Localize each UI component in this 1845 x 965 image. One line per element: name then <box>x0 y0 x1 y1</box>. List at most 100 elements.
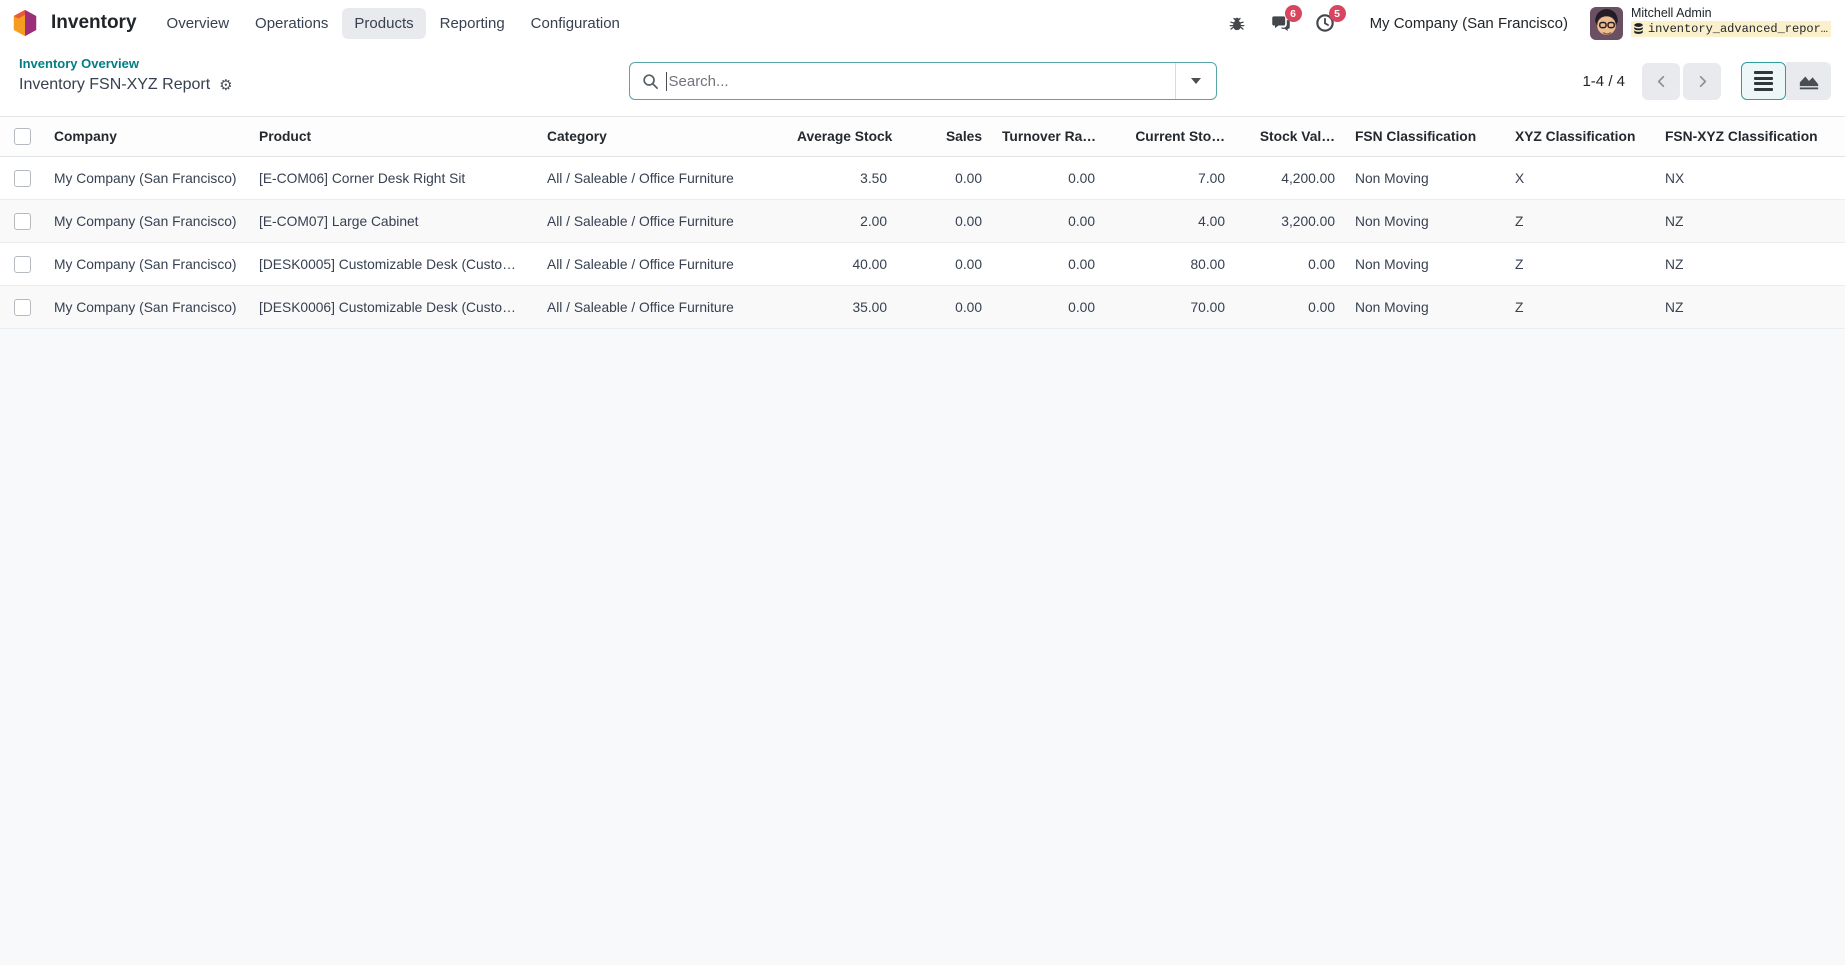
cell-sales: 0.00 <box>897 157 992 200</box>
cell-category: All / Saleable / Office Furniture <box>537 200 787 243</box>
cell-product: [E-COM06] Corner Desk Right Sit <box>249 157 537 200</box>
row-checkbox[interactable] <box>14 256 31 273</box>
cell-current-stock: 70.00 <box>1105 286 1235 329</box>
list-view: Company Product Category Average Stock S… <box>0 116 1845 329</box>
graph-view-button[interactable] <box>1786 62 1831 100</box>
cell-current-stock: 4.00 <box>1105 200 1235 243</box>
pager-previous-button[interactable] <box>1642 63 1680 100</box>
table-row[interactable]: My Company (San Francisco) [DESK0005] Cu… <box>0 243 1845 286</box>
cell-current-stock: 7.00 <box>1105 157 1235 200</box>
col-product[interactable]: Product <box>249 117 537 157</box>
cell-turnover-ratio: 0.00 <box>992 286 1105 329</box>
gear-icon[interactable]: ⚙ <box>219 78 232 93</box>
col-category[interactable]: Category <box>537 117 787 157</box>
cell-stock-value: 4,200.00 <box>1235 157 1345 200</box>
page-title: Inventory FSN-XYZ Report <box>19 76 210 94</box>
cell-sales: 0.00 <box>897 200 992 243</box>
col-company[interactable]: Company <box>44 117 249 157</box>
table-row[interactable]: My Company (San Francisco) [E-COM06] Cor… <box>0 157 1845 200</box>
search-dropdown-toggle[interactable] <box>1175 63 1216 99</box>
menu-products[interactable]: Products <box>342 8 425 39</box>
view-switcher <box>1741 62 1831 100</box>
messages-icon[interactable]: 6 <box>1270 12 1292 34</box>
col-sales[interactable]: Sales <box>897 117 992 157</box>
cell-category: All / Saleable / Office Furniture <box>537 243 787 286</box>
cell-fsn: Non Moving <box>1345 243 1505 286</box>
menu-overview[interactable]: Overview <box>155 8 242 39</box>
col-stock-value[interactable]: Stock Val… <box>1235 117 1345 157</box>
row-checkbox[interactable] <box>14 170 31 187</box>
graph-view-icon <box>1798 72 1820 91</box>
menu-reporting[interactable]: Reporting <box>428 8 517 39</box>
chevron-right-icon <box>1695 74 1710 89</box>
menu-operations[interactable]: Operations <box>243 8 340 39</box>
col-fsn-xyz-classification[interactable]: FSN-XYZ Classification <box>1655 117 1845 157</box>
pager-next-button[interactable] <box>1683 63 1721 100</box>
cell-average-stock: 40.00 <box>787 243 897 286</box>
cell-product: [DESK0006] Customizable Desk (Custo… <box>249 286 537 329</box>
cell-product: [E-COM07] Large Cabinet <box>249 200 537 243</box>
cell-category: All / Saleable / Office Furniture <box>537 157 787 200</box>
cell-average-stock: 2.00 <box>787 200 897 243</box>
debug-bug-icon[interactable] <box>1226 12 1248 34</box>
table-header-row: Company Product Category Average Stock S… <box>0 117 1845 157</box>
row-checkbox[interactable] <box>14 299 31 316</box>
control-panel: Inventory Overview Inventory FSN-XYZ Rep… <box>0 46 1845 116</box>
cell-company: My Company (San Francisco) <box>44 200 249 243</box>
company-switcher[interactable]: My Company (San Francisco) <box>1370 15 1568 32</box>
row-checkbox[interactable] <box>14 213 31 230</box>
cell-company: My Company (San Francisco) <box>44 286 249 329</box>
top-navbar: Inventory Overview Operations Products R… <box>0 0 1845 46</box>
col-fsn-classification[interactable]: FSN Classification <box>1345 117 1505 157</box>
col-turnover-ratio[interactable]: Turnover Ra… <box>992 117 1105 157</box>
col-current-stock[interactable]: Current Sto… <box>1105 117 1235 157</box>
menu-configuration[interactable]: Configuration <box>519 8 632 39</box>
cell-average-stock: 3.50 <box>787 157 897 200</box>
cell-xyz: Z <box>1505 200 1655 243</box>
cell-fsn-xyz: NZ <box>1655 286 1845 329</box>
report-table: Company Product Category Average Stock S… <box>0 116 1845 329</box>
search-input[interactable] <box>667 73 1175 90</box>
col-xyz-classification[interactable]: XYZ Classification <box>1505 117 1655 157</box>
chevron-left-icon <box>1654 74 1669 89</box>
database-icon <box>1633 23 1644 35</box>
cell-turnover-ratio: 0.00 <box>992 200 1105 243</box>
cell-company: My Company (San Francisco) <box>44 243 249 286</box>
cell-fsn: Non Moving <box>1345 200 1505 243</box>
cell-xyz: Z <box>1505 286 1655 329</box>
cell-stock-value: 0.00 <box>1235 243 1345 286</box>
list-view-button[interactable] <box>1741 62 1786 100</box>
cell-fsn-xyz: NZ <box>1655 200 1845 243</box>
cell-fsn: Non Moving <box>1345 157 1505 200</box>
cell-xyz: X <box>1505 157 1655 200</box>
breadcrumb-inventory-overview[interactable]: Inventory Overview <box>19 56 139 71</box>
search-icon <box>642 73 659 90</box>
database-badge: inventory_advanced_repor… <box>1631 21 1831 37</box>
inventory-app-icon[interactable] <box>10 8 40 38</box>
cell-company: My Company (San Francisco) <box>44 157 249 200</box>
activities-icon[interactable]: 5 <box>1314 12 1336 34</box>
pager-value[interactable]: 1-4 / 4 <box>1582 73 1625 90</box>
user-menu[interactable]: Mitchell Admin inventory_advanced_repor… <box>1590 6 1831 41</box>
user-name: Mitchell Admin <box>1631 6 1831 22</box>
table-row[interactable]: My Company (San Francisco) [DESK0006] Cu… <box>0 286 1845 329</box>
messages-badge: 6 <box>1285 5 1302 22</box>
cell-stock-value: 0.00 <box>1235 286 1345 329</box>
list-view-icon <box>1754 71 1773 91</box>
cell-fsn-xyz: NX <box>1655 157 1845 200</box>
app-brand[interactable]: Inventory <box>51 12 137 34</box>
cell-category: All / Saleable / Office Furniture <box>537 286 787 329</box>
cell-average-stock: 35.00 <box>787 286 897 329</box>
search-bar <box>629 62 1217 100</box>
cell-product: [DESK0005] Customizable Desk (Custo… <box>249 243 537 286</box>
cell-turnover-ratio: 0.00 <box>992 243 1105 286</box>
table-row[interactable]: My Company (San Francisco) [E-COM07] Lar… <box>0 200 1845 243</box>
cell-sales: 0.00 <box>897 243 992 286</box>
select-all-checkbox[interactable] <box>14 128 31 145</box>
col-average-stock[interactable]: Average Stock <box>787 117 897 157</box>
cell-fsn-xyz: NZ <box>1655 243 1845 286</box>
cell-current-stock: 80.00 <box>1105 243 1235 286</box>
select-all-cell <box>0 117 44 157</box>
cell-xyz: Z <box>1505 243 1655 286</box>
database-name: inventory_advanced_repor… <box>1648 22 1828 36</box>
